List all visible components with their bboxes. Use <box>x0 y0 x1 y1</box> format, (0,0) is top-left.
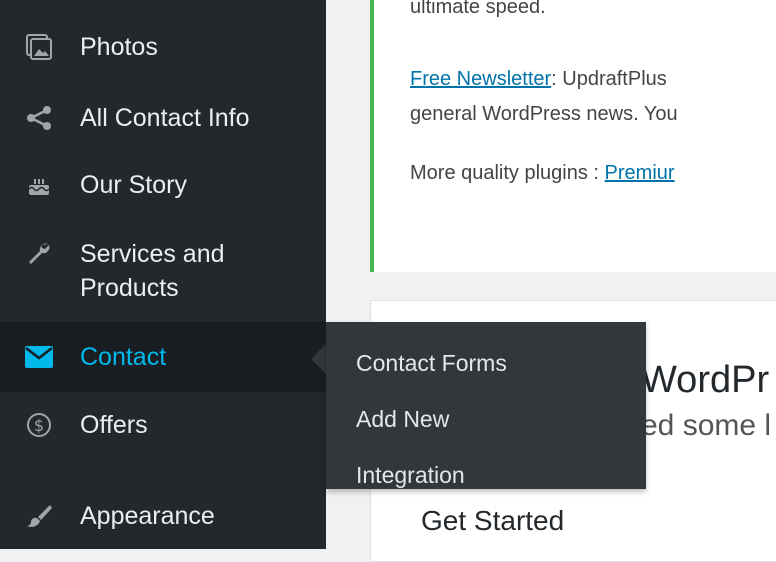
contact-submenu: Contact Forms Add New Integration <box>326 322 646 489</box>
get-started-heading: Get Started <box>421 505 565 536</box>
premium-link[interactable]: Premiur <box>605 162 675 184</box>
sidebar-item-label: Contact <box>80 343 167 371</box>
wrench-icon <box>22 237 56 271</box>
welcome-subtitle: ed some l <box>641 409 772 442</box>
sidebar-item-contact[interactable]: Contact <box>0 322 326 392</box>
admin-sidebar: Photos All Contact Info Our Story Servic… <box>0 0 326 549</box>
sidebar-item-label: Offers <box>80 411 148 439</box>
newsletter-text: : UpdraftPlus <box>551 68 667 90</box>
submenu-item-contact-forms[interactable]: Contact Forms <box>356 350 507 377</box>
brush-icon <box>22 499 56 533</box>
svg-text:$: $ <box>34 416 44 435</box>
cake-icon <box>22 168 56 202</box>
sidebar-item-label: Services and Products <box>80 240 225 302</box>
quality-label: More quality plugins : <box>410 162 605 184</box>
dollar-icon: $ <box>22 408 56 442</box>
newsletter-link[interactable]: Free Newsletter <box>410 68 551 90</box>
submenu-item-add-new[interactable]: Add New <box>356 406 449 433</box>
sidebar-item-label: All Contact Info <box>80 104 250 132</box>
submenu-item-integration[interactable]: Integration <box>356 462 465 489</box>
sidebar-item-label: Photos <box>80 33 158 61</box>
notice-newsletter: Free Newsletter: UpdraftPlus <box>410 68 667 91</box>
welcome-title: WordPr <box>641 359 770 401</box>
photos-icon <box>22 30 56 64</box>
admin-notice: ultimate speed. Free Newsletter: Updraft… <box>370 0 776 272</box>
notice-line-speed: ultimate speed. <box>410 0 546 18</box>
share-icon <box>22 101 56 135</box>
submenu-pointer <box>311 344 326 374</box>
sidebar-item-label: Our Story <box>80 171 187 199</box>
sidebar-item-label: Appearance <box>80 502 215 530</box>
notice-quality: More quality plugins : Premiur <box>410 162 675 185</box>
notice-line-general: general WordPress news. You <box>410 103 678 125</box>
mail-icon <box>22 340 56 374</box>
